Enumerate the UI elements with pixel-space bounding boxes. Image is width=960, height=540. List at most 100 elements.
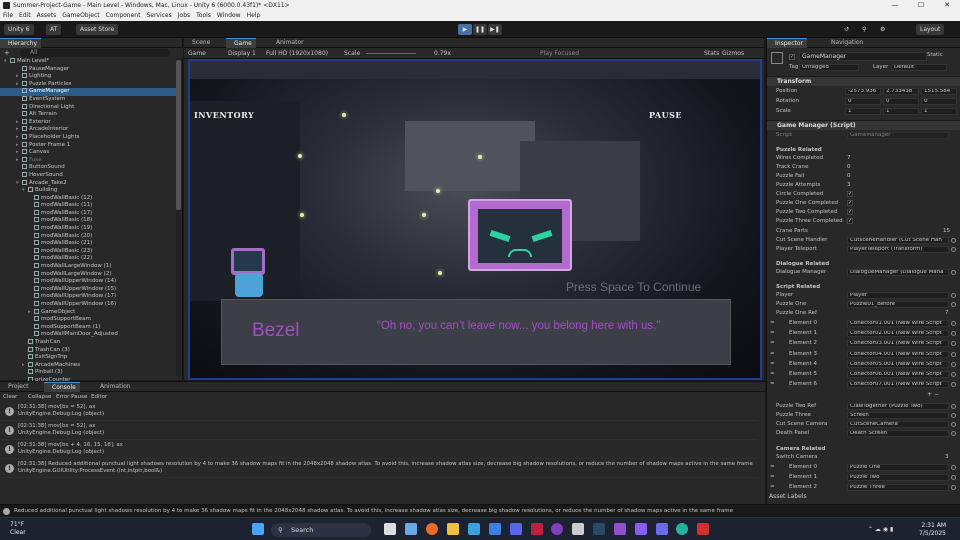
switch-camera-count[interactable]: 3: [945, 453, 949, 462]
puzzle-two-completed-checkbox[interactable]: ✓: [847, 209, 853, 215]
object-picker-icon[interactable]: [951, 302, 956, 307]
menu-tools[interactable]: Tools: [193, 11, 214, 21]
object-picker-icon[interactable]: [951, 293, 956, 298]
hierarchy-item[interactable]: EventSystem: [0, 95, 176, 104]
hierarchy-item[interactable]: ButtonSound: [0, 164, 176, 172]
hierarchy-item[interactable]: modSupportBeam (1): [0, 323, 176, 332]
cut-scene-camera-field[interactable]: CutSceneCamera: [847, 421, 949, 428]
hierarchy-item[interactable]: modWallUpperWindow (15): [0, 285, 176, 294]
menu-assets[interactable]: Assets: [34, 11, 60, 21]
store-icon[interactable]: [489, 523, 501, 535]
position-z-field[interactable]: 1515.584: [921, 88, 957, 95]
tab-inspector[interactable]: Inspector: [767, 38, 807, 48]
tab-scene[interactable]: Scene: [184, 38, 214, 48]
hierarchy-item[interactable]: Directional Light: [0, 103, 176, 112]
error-pause-button[interactable]: Error Pause: [56, 392, 87, 402]
pause-editor-button[interactable]: ❚❚: [473, 24, 487, 35]
hierarchy-item[interactable]: TrashCan (3): [0, 346, 176, 355]
drag-handle-icon[interactable]: =: [770, 350, 775, 359]
hierarchy-item[interactable]: PauseManager: [0, 65, 176, 74]
weather-widget[interactable]: 71°F Clear: [10, 521, 26, 537]
hierarchy-item[interactable]: ▸ Poster Frame 1: [0, 141, 176, 150]
unity-account-button[interactable]: Unity 6: [4, 24, 34, 35]
drag-handle-icon[interactable]: =: [770, 319, 775, 328]
hierarchy-item[interactable]: ▾ Main Level*: [0, 58, 176, 66]
player-teleport-field[interactable]: PlayerTeleport (Transform): [847, 246, 949, 253]
object-picker-icon[interactable]: [951, 413, 956, 418]
app-icon[interactable]: [656, 523, 668, 535]
inventory-button[interactable]: INVENTORY: [194, 110, 254, 120]
game-mode-dropdown[interactable]: Game: [188, 48, 206, 59]
maximize-button[interactable]: ☐: [908, 0, 934, 11]
element-field[interactable]: Conector06.001 (New Wire Script: [847, 371, 949, 378]
tab-hierarchy[interactable]: Hierarchy: [0, 38, 42, 48]
object-picker-icon[interactable]: [951, 321, 956, 326]
tab-game[interactable]: Game: [226, 38, 256, 48]
hierarchy-item[interactable]: Pinball (3): [0, 369, 176, 377]
app-icon[interactable]: [531, 523, 543, 535]
status-bar[interactable]: Reduced additional punctual light shadow…: [0, 504, 960, 517]
position-x-field[interactable]: -2573.936: [845, 88, 881, 95]
puzzle-one-ref-count[interactable]: 7: [945, 309, 949, 318]
puzzle-one-completed-checkbox[interactable]: ✓: [847, 200, 853, 206]
settings-toolbar-button[interactable]: ⚙: [876, 24, 889, 35]
display-dropdown[interactable]: Display 1: [228, 48, 256, 59]
element-field[interactable]: Conector03.001 (New Wire Script: [847, 340, 949, 348]
scale-y-field[interactable]: 1: [883, 108, 919, 115]
asset-store-button[interactable]: Asset Store: [76, 24, 119, 35]
menu-help[interactable]: Help: [244, 11, 264, 21]
hierarchy-item[interactable]: modWallBasic (21): [0, 240, 176, 248]
element-field[interactable]: Conector05.001 (New Wire Script: [847, 360, 949, 368]
edge-icon[interactable]: [468, 523, 480, 535]
clear-button[interactable]: Clear: [3, 392, 17, 402]
rotation-y-field[interactable]: 0: [883, 98, 919, 105]
hierarchy-item[interactable]: modWallMainDoor_Adjusted: [0, 331, 176, 339]
hierarchy-item[interactable]: Alt Terrain: [0, 111, 176, 119]
layout-dropdown[interactable]: Layout: [916, 24, 945, 35]
app-icon[interactable]: [697, 523, 709, 535]
step-button[interactable]: ▶❚: [488, 24, 502, 35]
hierarchy-item[interactable]: modWallBasic (20): [0, 232, 176, 241]
rotation-z-field[interactable]: 0: [921, 98, 957, 105]
menu-window[interactable]: Window: [214, 11, 244, 21]
wires-completed-field[interactable]: 7: [847, 154, 851, 163]
tag-dropdown[interactable]: Untagged: [799, 64, 859, 71]
hierarchy-item[interactable]: modWallBasic (17): [0, 209, 176, 218]
hierarchy-item[interactable]: modWallLargeWindow (2): [0, 270, 176, 279]
hierarchy-item[interactable]: ▾ Arcade_Take2: [0, 179, 176, 188]
hierarchy-item[interactable]: modWallLargeWindow (1): [0, 263, 176, 271]
teams-icon[interactable]: [635, 523, 647, 535]
drag-handle-icon[interactable]: =: [770, 370, 775, 379]
player-field[interactable]: Player: [847, 292, 949, 299]
firefox-icon[interactable]: [426, 523, 438, 535]
hierarchy-item[interactable]: modWallBasic (18): [0, 217, 176, 225]
hierarchy-item[interactable]: ▸ ArcadeMachines: [0, 361, 176, 370]
hierarchy-search-input[interactable]: All: [20, 49, 170, 57]
hierarchy-item[interactable]: ▸ Exterior: [0, 118, 176, 127]
drag-handle-icon[interactable]: =: [770, 483, 775, 492]
add-element-icon[interactable]: +: [927, 391, 932, 398]
tab-animator[interactable]: Animator: [268, 38, 308, 48]
static-toggle[interactable]: Static: [927, 52, 943, 58]
collapse-button[interactable]: Collapse: [28, 392, 51, 402]
menu-edit[interactable]: Edit: [16, 11, 34, 21]
object-picker-icon[interactable]: [951, 372, 956, 377]
hierarchy-item[interactable]: ▸ Placeholder Lights: [0, 133, 176, 142]
hierarchy-item[interactable]: ▸ Fuse: [0, 156, 176, 165]
puzzle-one-field[interactable]: Puzzle01_Before: [847, 301, 949, 308]
account-button[interactable]: AT: [46, 24, 62, 35]
hierarchy-item[interactable]: modWallBasic (19): [0, 225, 176, 233]
layer-dropdown[interactable]: Default: [891, 64, 947, 71]
hierarchy-item[interactable]: ▾ Building: [0, 187, 176, 195]
hierarchy-item[interactable]: modWallUpperWindow (14): [0, 278, 176, 286]
menu-gameobject[interactable]: GameObject: [59, 11, 102, 21]
hierarchy-item[interactable]: modWallBasic (12): [0, 194, 176, 203]
hierarchy-item[interactable]: modSupportBeam: [0, 316, 176, 324]
taskbar-search[interactable]: ⚲ Search: [271, 523, 371, 537]
death-panel-field[interactable]: Death Screen: [847, 430, 949, 437]
hierarchy-item[interactable]: ▸ Puzzle Particles: [0, 80, 176, 89]
scale-slider[interactable]: [366, 53, 416, 54]
menu-component[interactable]: Component: [103, 11, 144, 21]
chrome-icon[interactable]: [676, 523, 688, 535]
close-button[interactable]: ✕: [934, 0, 960, 11]
